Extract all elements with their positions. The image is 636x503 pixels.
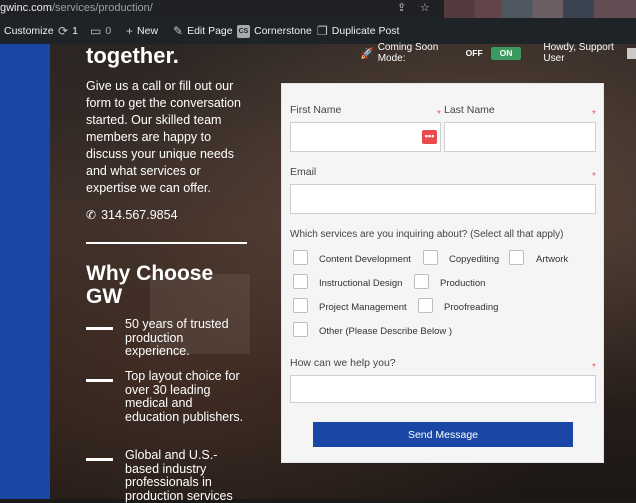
- updates-link[interactable]: ⟳ 1: [58, 18, 78, 44]
- avatar[interactable]: [626, 47, 636, 59]
- url-text[interactable]: gwinc.com/services/production/: [0, 2, 153, 14]
- checkbox-copyediting[interactable]: [423, 250, 438, 265]
- checkbox-label: Other (Please Describe Below ): [319, 326, 453, 337]
- checkbox-instructional-design[interactable]: [293, 274, 308, 289]
- browser-extensions-area: [444, 0, 636, 18]
- blue-side-band: [0, 44, 50, 499]
- phone-icon: ✆: [86, 208, 97, 222]
- required-mark: *: [592, 362, 596, 373]
- required-mark: *: [592, 109, 596, 120]
- required-mark: *: [592, 171, 596, 182]
- autofill-icon[interactable]: •••: [422, 130, 437, 144]
- reason-item: Global and U.S.-based industry professio…: [125, 448, 233, 503]
- checkbox-label: Production: [440, 278, 486, 289]
- howdy-user[interactable]: Howdy, Support User: [543, 42, 621, 64]
- bullet-dash: [86, 458, 113, 461]
- email-input[interactable]: [290, 184, 596, 214]
- browser-address-bar[interactable]: gwinc.com/services/production/ ⇪ ☆: [0, 0, 636, 18]
- bullet-dash: [86, 327, 113, 330]
- divider: [86, 242, 247, 244]
- why-heading-line2: GW: [86, 285, 123, 308]
- checkbox-other[interactable]: [293, 322, 308, 337]
- bullet-dash: [86, 379, 113, 382]
- help-message-input[interactable]: [290, 375, 596, 403]
- last-name-input[interactable]: [444, 122, 596, 152]
- phone-link[interactable]: ✆ 314.567.9854: [86, 207, 178, 224]
- duplicate-post-link[interactable]: ❐ Duplicate Post: [317, 18, 399, 44]
- checkbox-label: Content Development: [319, 254, 411, 265]
- cornerstone-link[interactable]: CS Cornerstone: [237, 18, 312, 44]
- reason-item: Top layout choice for over 30 leading me…: [125, 369, 244, 424]
- checkbox-proofreading[interactable]: [418, 298, 433, 313]
- checkbox-content-development[interactable]: [293, 250, 308, 265]
- services-question: Which services are you inquiring about? …: [290, 229, 564, 240]
- customize-link[interactable]: Customize: [4, 18, 54, 44]
- rocket-icon: 🚀: [360, 47, 374, 60]
- share-icon[interactable]: ⇪: [397, 1, 406, 14]
- first-name-label: First Name: [290, 104, 342, 116]
- plus-icon: +: [126, 24, 134, 38]
- checkbox-label: Proofreading: [444, 302, 499, 313]
- first-name-input[interactable]: [290, 122, 441, 152]
- updates-icon: ⟳: [58, 24, 69, 38]
- checkbox-label: Project Management: [319, 302, 407, 313]
- intro-text: Give us a call or fill out our form to g…: [86, 79, 241, 195]
- checkbox-artwork[interactable]: [509, 250, 524, 265]
- checkbox-project-management[interactable]: [293, 298, 308, 313]
- phone-number: 314.567.9854: [101, 208, 178, 222]
- edit-page-link[interactable]: ✎ Edit Page: [173, 18, 233, 44]
- checkbox-label: Copyediting: [449, 254, 500, 265]
- wp-admin-bar: Customize ⟳ 1 ▭ 0 + New ✎ Edit Page CS Corner…: [0, 18, 636, 44]
- cornerstone-icon: CS: [237, 24, 250, 38]
- new-content-link[interactable]: + New: [126, 18, 158, 44]
- section-heading: together.: [86, 43, 179, 68]
- toggle-on[interactable]: ON: [490, 46, 522, 60]
- pencil-icon: ✎: [173, 24, 184, 38]
- coming-soon-label: Coming Soon Mode:: [377, 42, 439, 64]
- reason-item: 50 years of trusted production experienc…: [125, 317, 229, 358]
- checkbox-label: Instructional Design: [319, 278, 403, 289]
- required-mark: *: [437, 109, 441, 120]
- help-label: How can we help you?: [290, 357, 396, 369]
- comments-link[interactable]: ▭ 0: [90, 18, 111, 44]
- checkbox-production[interactable]: [414, 274, 429, 289]
- toggle-off[interactable]: OFF: [461, 47, 488, 60]
- coming-soon-bar: 🚀 Coming Soon Mode: OFF ON Howdy, Suppor…: [360, 42, 636, 64]
- why-heading-line1: Why Choose: [86, 262, 214, 285]
- duplicate-icon: ❐: [317, 24, 328, 38]
- bookmark-star-icon[interactable]: ☆: [420, 1, 430, 14]
- comment-icon: ▭: [90, 24, 102, 38]
- send-message-button[interactable]: Send Message: [313, 422, 573, 447]
- checkbox-label: Artwork: [536, 254, 569, 265]
- why-choose-heading: Why Choose GW: [86, 262, 213, 308]
- email-label: Email: [290, 166, 317, 178]
- last-name-label: Last Name: [444, 104, 495, 116]
